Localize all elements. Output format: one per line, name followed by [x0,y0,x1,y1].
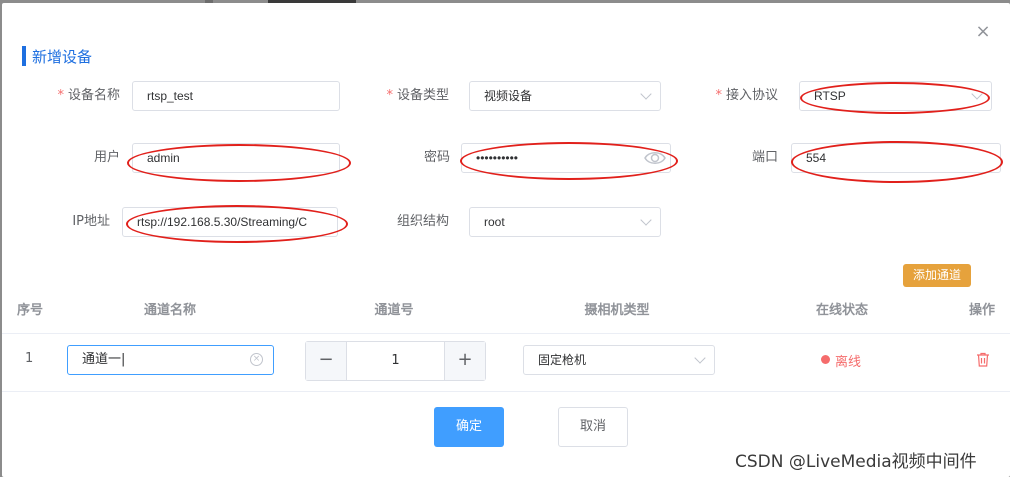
header-camera-type: 摄相机类型 [584,303,650,318]
camera-type-value: 固定枪机 [538,353,587,367]
channel-number-value[interactable]: 1 [347,342,444,380]
eye-icon[interactable] [644,148,666,168]
ip-input[interactable]: rtsp://192.168.5.30/Streaming/C [122,207,338,237]
status-dot [821,355,830,364]
device-name-label-text: 设备名称 [67,88,120,103]
camera-type-select[interactable]: 固定枪机 [523,345,715,375]
password-value: •••••••••• [476,151,519,165]
device-type-select[interactable]: 视频设备 [469,81,661,111]
add-device-dialog: × 新增设备 * 设备名称 rtsp_test * 设备类型 视频设备 * 接入协议 … [2,3,1010,477]
protocol-label: * 接入协议 [708,81,778,111]
required-mark: * [715,88,722,103]
channel-number-stepper[interactable]: − 1 + [305,341,486,381]
device-type-value: 视频设备 [484,89,533,103]
header-status: 在线状态 [815,303,868,318]
row-index: 1 [25,351,34,366]
header-channel-number: 通道号 [374,303,414,318]
dialog-header: 新增设备 [22,45,92,67]
required-mark: * [386,88,393,103]
org-value: root [484,215,505,229]
chevron-down-icon [640,88,652,100]
csdn-watermark: CSDN @LiveMedia视频中间件 [735,452,977,472]
channel-name-value: 通道一| [82,352,126,367]
status-text: 离线 [835,355,862,370]
header-actions: 操作 [968,303,995,318]
required-mark: * [57,88,64,103]
title-accent-bar [22,46,26,66]
cancel-button[interactable]: 取消 [558,407,628,447]
chevron-down-icon [640,214,652,226]
port-input[interactable]: 554 [791,143,1001,173]
header-channel-name: 通道名称 [143,303,196,318]
password-label: 密码 [423,150,450,165]
ip-label: IP地址 [72,214,110,229]
port-label: 端口 [751,150,778,165]
table-header-divider [2,333,1010,334]
close-icon[interactable]: × [973,22,993,42]
confirm-button[interactable]: 确定 [434,407,504,447]
device-type-label-text: 设备类型 [396,88,449,103]
protocol-value: RTSP [814,89,846,103]
user-label: 用户 [93,150,120,165]
increment-button[interactable]: + [444,342,485,380]
table-row-divider [2,391,1010,392]
add-channel-button[interactable]: 添加通道 [903,264,971,287]
org-label: 组织结构 [396,214,449,229]
protocol-select[interactable]: RTSP [799,81,992,111]
chevron-down-icon [694,352,706,364]
org-select[interactable]: root [469,207,661,237]
clear-icon[interactable]: × [250,353,263,366]
header-index: 序号 [16,303,43,318]
device-name-input[interactable]: rtsp_test [132,81,340,111]
device-type-label: * 设备类型 [381,81,449,111]
user-input[interactable]: admin [132,143,340,173]
decrement-button[interactable]: − [306,342,347,380]
device-name-label: * 设备名称 [52,81,120,111]
trash-icon[interactable] [976,352,990,367]
dialog-title: 新增设备 [32,47,93,66]
password-input[interactable]: •••••••••• [461,143,671,173]
channel-name-input[interactable]: 通道一| × [67,345,274,375]
chevron-down-icon [971,88,983,100]
protocol-label-text: 接入协议 [725,88,778,103]
